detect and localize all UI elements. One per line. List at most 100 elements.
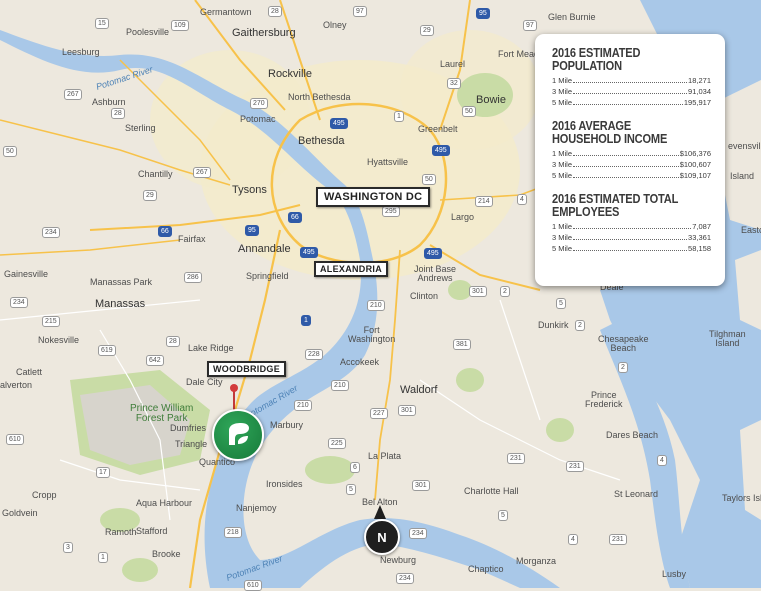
stat-row: 1 Mile $106,376: [552, 148, 711, 159]
place-st-leonard: St Leonard: [614, 489, 659, 499]
place-marbury: Marbury: [270, 420, 304, 430]
population-section: 2016 Estimated Population 1 Mile 18,271 3…: [552, 46, 711, 108]
place-stevensville: evensville: [728, 141, 761, 151]
stat-row: 3 Mile 33,361: [552, 232, 711, 243]
stat-label: 3 Mile: [552, 87, 573, 96]
route-shield: 619: [98, 345, 116, 356]
place-greenbelt: Greenbelt: [418, 124, 458, 134]
route-shield: 1: [301, 315, 311, 326]
employees-title: 2016 Estimated Total Employees: [552, 191, 678, 219]
route-shield: 286: [184, 272, 202, 283]
income-section: 2016 Average Household Income 1 Mile $106…: [552, 119, 711, 181]
route-shield: 109: [171, 20, 189, 31]
place-nanjemoy: Nanjemoy: [236, 503, 277, 513]
route-shield: 1: [394, 111, 404, 122]
route-shield: 97: [523, 20, 537, 31]
route-shield: 210: [294, 400, 312, 411]
place-rockville: Rockville: [268, 68, 313, 80]
stat-label: 5 Mile: [552, 98, 573, 107]
place-accokeek: Accokeek: [340, 357, 380, 367]
route-shield: 4: [657, 455, 667, 466]
stat-value: $109,107: [679, 171, 711, 180]
place-dale-city: Dale City: [186, 377, 223, 387]
place-annandale: Annandale: [238, 243, 291, 255]
route-shield: 270: [250, 98, 268, 109]
route-shield: 6: [350, 462, 360, 473]
place-springfield: Springfield: [246, 271, 289, 281]
place-morganza: Morganza: [516, 556, 557, 566]
place-prince-frederick: Prince Frederick: [585, 390, 623, 409]
place-lusby: Lusby: [662, 569, 687, 579]
place-manassas-park: Manassas Park: [90, 277, 153, 287]
route-shield: 234: [42, 227, 60, 238]
route-shield: 381: [453, 339, 471, 350]
route-shield: 5: [556, 298, 566, 309]
route-shield: 295: [382, 206, 400, 217]
callout-alexandria[interactable]: ALEXANDRIA: [314, 261, 389, 277]
place-tilghman-island: Tilghman Island: [709, 329, 746, 348]
route-shield: 495: [424, 248, 442, 259]
place-alverton: alverton: [0, 380, 33, 390]
route-shield: 610: [244, 580, 262, 591]
location-marker-logo-icon[interactable]: [212, 409, 264, 461]
place-stafford: Stafford: [136, 526, 168, 536]
route-shield: 495: [300, 247, 318, 258]
route-shield: 28: [268, 6, 282, 17]
place-ramoth: Ramoth: [105, 527, 137, 537]
place-bethesda: Bethesda: [298, 135, 345, 147]
route-shield: 215: [42, 316, 60, 327]
place-bowie: Bowie: [476, 94, 506, 106]
stat-label: 5 Mile: [552, 171, 573, 180]
route-shield: 5: [498, 510, 508, 521]
place-triangle: Triangle: [175, 439, 208, 449]
route-shield: 267: [64, 89, 82, 100]
route-shield: 32: [447, 78, 461, 89]
leaf-logo-icon: [229, 423, 249, 445]
route-shield: 29: [420, 25, 434, 36]
income-title: 2016 Average Household Income: [552, 118, 668, 146]
route-shield: 66: [288, 212, 302, 223]
route-shield: 231: [609, 534, 627, 545]
place-glen-burnie: Glen Burnie: [548, 12, 596, 22]
route-shield: 218: [224, 527, 242, 538]
place-la-plata: La Plata: [368, 451, 402, 461]
route-shield: 97: [353, 6, 367, 17]
location-pin-dot[interactable]: [230, 384, 238, 392]
route-shield: 50: [462, 106, 476, 117]
compass-arrow-icon: [374, 505, 386, 519]
place-waldorf: Waldorf: [400, 384, 438, 396]
demographics-panel: 2016 Estimated Population 1 Mile 18,271 3…: [535, 34, 725, 286]
place-charlotte-hall: Charlotte Hall: [464, 486, 519, 496]
place-ironsides: Ironsides: [266, 479, 303, 489]
place-catlett: Catlett: [16, 367, 43, 377]
place-manassas: Manassas: [95, 298, 146, 310]
route-shield: 15: [95, 18, 109, 29]
route-shield: 301: [398, 405, 416, 416]
stat-label: 3 Mile: [552, 160, 573, 169]
stat-label: 1 Mile: [552, 76, 573, 85]
stat-label: 1 Mile: [552, 149, 573, 158]
route-shield: 610: [6, 434, 24, 445]
place-poolesville: Poolesville: [126, 27, 170, 37]
callout-washington-dc[interactable]: WASHINGTON DC: [316, 187, 431, 207]
place-clinton: Clinton: [410, 291, 439, 301]
stat-value: 91,034: [688, 87, 711, 96]
route-shield: 29: [143, 190, 157, 201]
route-shield: 1: [98, 552, 108, 563]
callout-woodbridge[interactable]: WOODBRIDGE: [207, 361, 286, 377]
place-chaptico: Chaptico: [468, 564, 504, 574]
place-easton: Easto: [741, 225, 761, 235]
stat-row: 1 Mile 7,087: [552, 221, 711, 232]
route-shield: 210: [331, 380, 349, 391]
route-shield: 28: [111, 108, 125, 119]
place-fort-washington: Fort Washington: [348, 325, 396, 344]
route-shield: 234: [396, 573, 414, 584]
route-shield: 231: [566, 461, 584, 472]
stat-row: 5 Mile $109,107: [552, 170, 711, 181]
place-dumfries: Dumfries: [170, 423, 207, 433]
employees-section: 2016 Estimated Total Employees 1 Mile 7,0…: [552, 192, 711, 254]
stat-row: 3 Mile 91,034: [552, 86, 711, 97]
route-shield: 50: [422, 174, 436, 185]
stat-value: 58,158: [688, 244, 711, 253]
stat-row: 5 Mile 58,158: [552, 243, 711, 254]
